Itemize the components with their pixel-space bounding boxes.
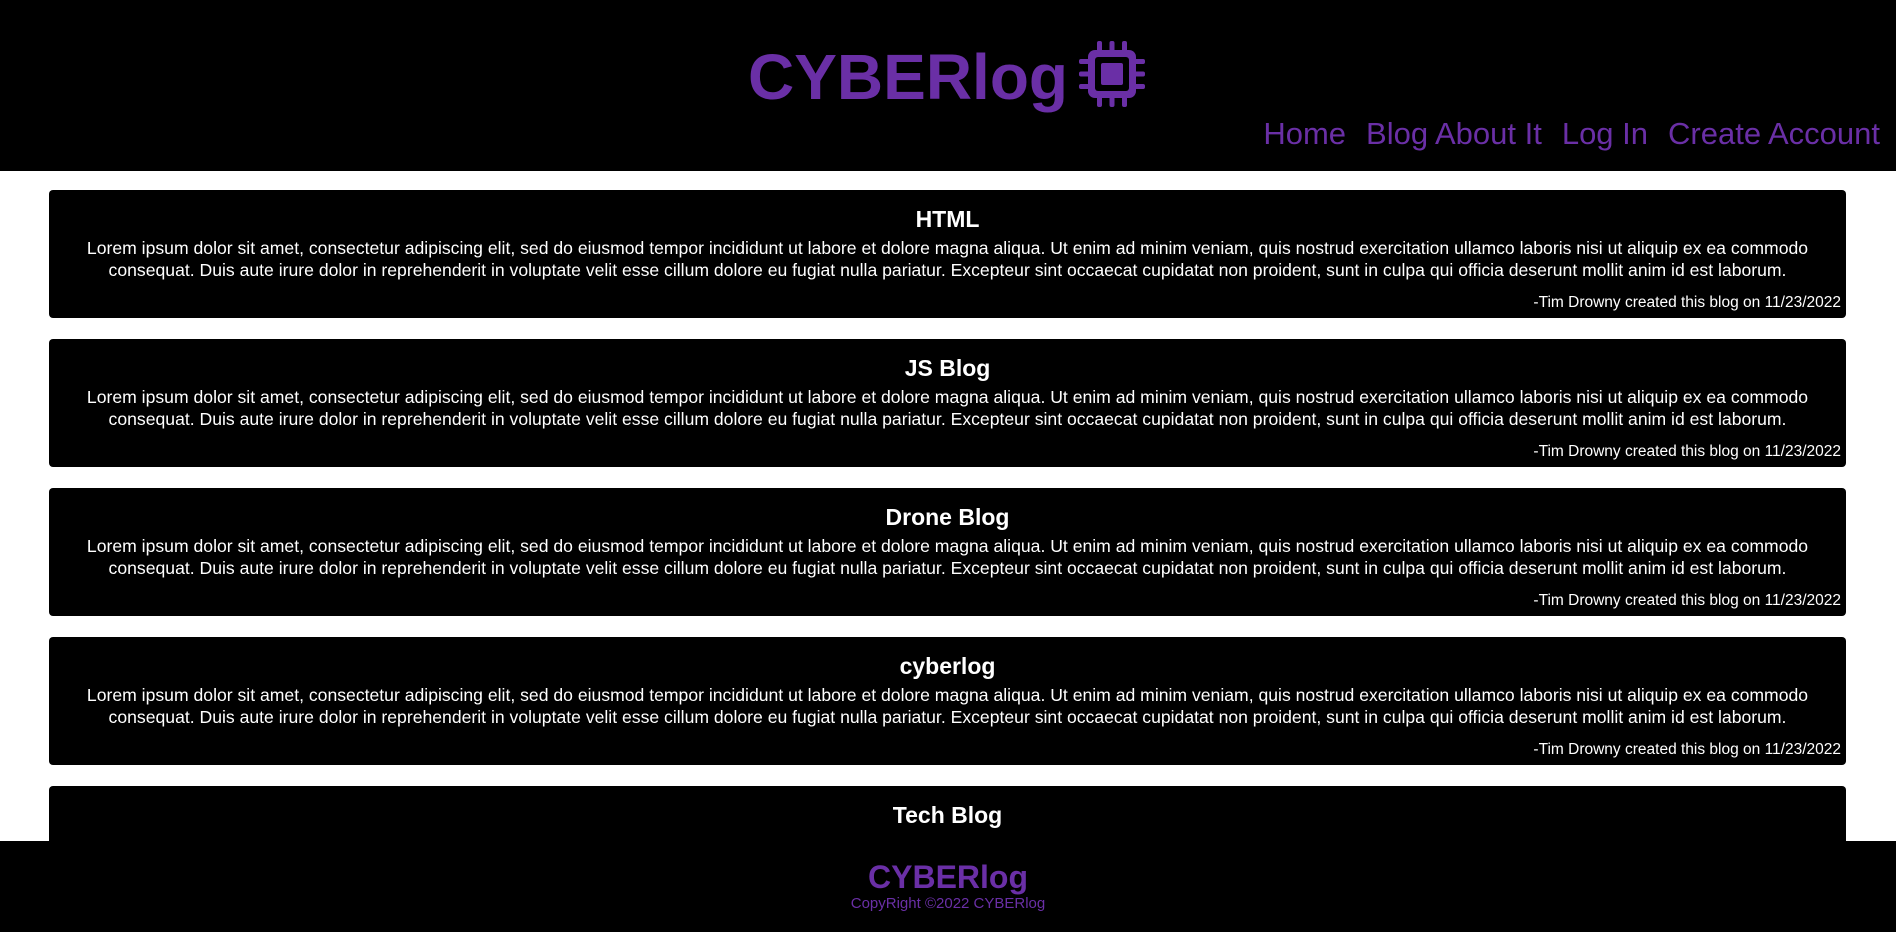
footer-copyright: CopyRight ©2022 CYBERlog	[850, 895, 1046, 912]
post-body-line: consequat. Duis aute irure dolor in repr…	[108, 707, 1787, 727]
site-footer: CYBERlog CopyRight ©2022 CYBERlog	[0, 841, 1896, 932]
nav-create-account-link[interactable]: Create Account	[1668, 114, 1880, 154]
post-title: HTML	[915, 206, 980, 232]
site-header: CYBERlog Home Blog About It Log In Creat…	[0, 0, 1896, 171]
blog-post-card[interactable]: HTML Lorem ipsum dolor sit amet, consect…	[49, 190, 1846, 318]
blog-post-card[interactable]: cyberlog Lorem ipsum dolor sit amet, con…	[49, 637, 1846, 765]
site-brand[interactable]: CYBERlog	[0, 30, 1896, 119]
blog-post-card[interactable]: Tech Blog	[49, 786, 1846, 841]
post-body-line: Lorem ipsum dolor sit amet, consectetur …	[86, 387, 1809, 407]
post-body: Lorem ipsum dolor sit amet, consectetur …	[65, 386, 1830, 430]
post-title: cyberlog	[899, 653, 996, 679]
post-title: Drone Blog	[885, 504, 1010, 530]
post-body-line: consequat. Duis aute irure dolor in repr…	[108, 409, 1787, 429]
post-body-line: Lorem ipsum dolor sit amet, consectetur …	[86, 685, 1809, 705]
post-author-date: -Tim Drowny created this blog on 11/23/2…	[1533, 443, 1841, 460]
blog-post-card[interactable]: JS Blog Lorem ipsum dolor sit amet, cons…	[49, 339, 1846, 467]
nav-blog-about-it-link[interactable]: Blog About It	[1366, 114, 1542, 154]
nav-home-link[interactable]: Home	[1263, 114, 1346, 154]
post-author-date: -Tim Drowny created this blog on 11/23/2…	[1533, 592, 1841, 609]
main-nav: Home Blog About It Log In Create Account	[1263, 114, 1880, 154]
chip-icon	[1079, 41, 1145, 108]
blog-post-list: HTML Lorem ipsum dolor sit amet, consect…	[0, 171, 1896, 841]
post-title: Tech Blog	[892, 802, 1003, 828]
blog-post-card[interactable]: Drone Blog Lorem ipsum dolor sit amet, c…	[49, 488, 1846, 616]
post-body: Lorem ipsum dolor sit amet, consectetur …	[65, 684, 1830, 728]
footer-brand: CYBERlog	[868, 859, 1028, 895]
post-body: Lorem ipsum dolor sit amet, consectetur …	[65, 535, 1830, 579]
post-author-date: -Tim Drowny created this blog on 11/23/2…	[1533, 294, 1841, 311]
post-title: JS Blog	[904, 355, 991, 381]
nav-log-in-link[interactable]: Log In	[1562, 114, 1648, 154]
post-body-line: consequat. Duis aute irure dolor in repr…	[108, 558, 1787, 578]
post-author-date: -Tim Drowny created this blog on 11/23/2…	[1533, 741, 1841, 758]
post-body: Lorem ipsum dolor sit amet, consectetur …	[65, 237, 1830, 281]
post-body-line: consequat. Duis aute irure dolor in repr…	[108, 260, 1787, 280]
post-body-line: Lorem ipsum dolor sit amet, consectetur …	[86, 238, 1809, 258]
post-body-line: Lorem ipsum dolor sit amet, consectetur …	[86, 536, 1809, 556]
site-title: CYBERlog	[748, 41, 1068, 114]
